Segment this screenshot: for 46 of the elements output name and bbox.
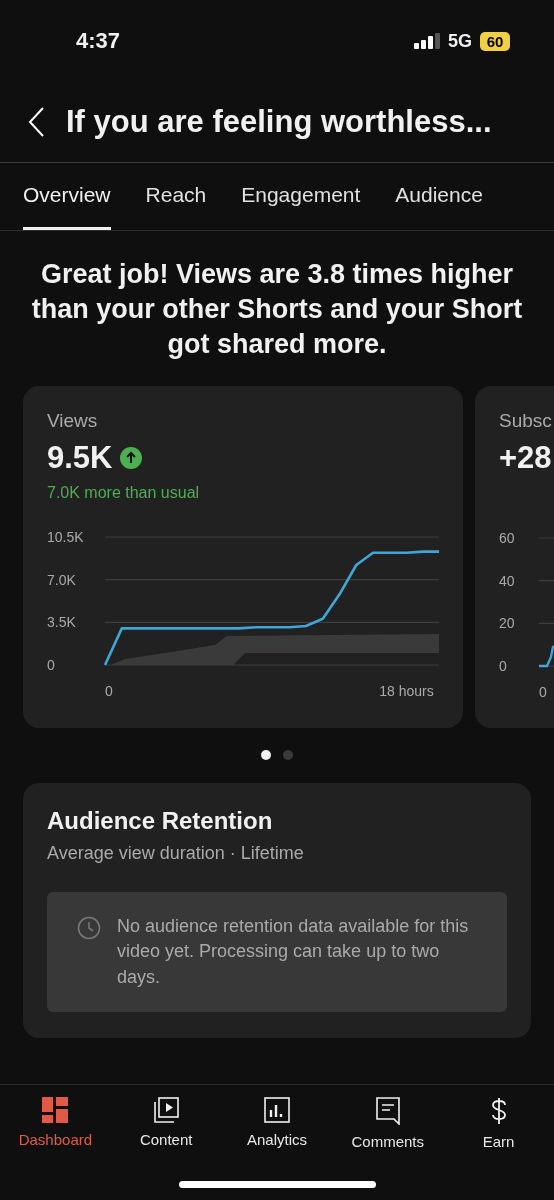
pager-dot[interactable] — [283, 750, 293, 761]
axis-label: 20 — [499, 615, 515, 632]
nav-item[interactable]: Dashboard — [5, 1097, 106, 1155]
tab[interactable]: Overview — [23, 163, 111, 230]
tab[interactable]: Reach — [145, 163, 207, 230]
battery-level: 60 — [480, 31, 510, 51]
axis-label: 0 — [47, 657, 55, 674]
nav-item[interactable]: Analytics — [227, 1097, 327, 1155]
pager-dot[interactable] — [261, 750, 271, 761]
notice-text: No audience retention data available for this video yet. Processing can take up to two days. — [117, 915, 470, 989]
axis-label: 18 hours — [379, 683, 434, 700]
video-title: If you are feeling worthless... — [66, 104, 492, 140]
video-library-icon — [153, 1097, 180, 1123]
comment-icon — [375, 1097, 400, 1125]
dashboard-icon — [42, 1097, 69, 1123]
axis-label: 60 — [499, 530, 515, 547]
clock-icon — [77, 916, 101, 941]
axis-label: 40 — [499, 573, 515, 589]
tab[interactable]: Audience — [395, 163, 483, 230]
tab[interactable]: Engagement — [241, 163, 361, 230]
axis-label: 0 — [499, 658, 507, 675]
metric-value: +28 — [499, 440, 552, 477]
axis-label: 10.5K — [47, 529, 84, 546]
metric-title: Views — [47, 410, 99, 433]
nav-item[interactable]: Earn — [448, 1097, 549, 1155]
bar-chart-icon — [264, 1097, 290, 1123]
subscribers-line — [539, 644, 554, 668]
metric-card[interactable]: Views 9.5K 7.0K more than usual 10.5K 7.0K 3.5K 0 0 18 hours — [23, 386, 463, 729]
status-time: 4:37 — [76, 28, 121, 54]
card-subtitle: Average view duration · Lifetime — [47, 843, 305, 865]
back-button[interactable] — [28, 107, 44, 137]
axis-label: 7.0K — [47, 571, 76, 588]
axis-label: 0 — [105, 683, 113, 700]
nav-item[interactable]: Comments — [337, 1097, 438, 1155]
signal-icon — [414, 33, 440, 49]
metric-card[interactable]: Subsc +28 60 40 20 0 0 — [475, 386, 554, 729]
network-label: 5G — [448, 30, 472, 52]
headline: Great job! Views are 3.8 times higher than your other Shorts and your Short got shared more. — [30, 258, 524, 362]
nav-item[interactable]: Content — [116, 1097, 217, 1155]
axis-label: 3.5K — [47, 614, 76, 631]
axis-label: 0 — [539, 684, 547, 701]
metric-note: 7.0K more than usual — [47, 484, 201, 503]
metric-value: 9.5K — [47, 440, 113, 477]
card-title: Audience Retention — [47, 807, 274, 836]
dollar-icon — [490, 1097, 507, 1125]
metric-title: Subsc — [499, 410, 553, 433]
